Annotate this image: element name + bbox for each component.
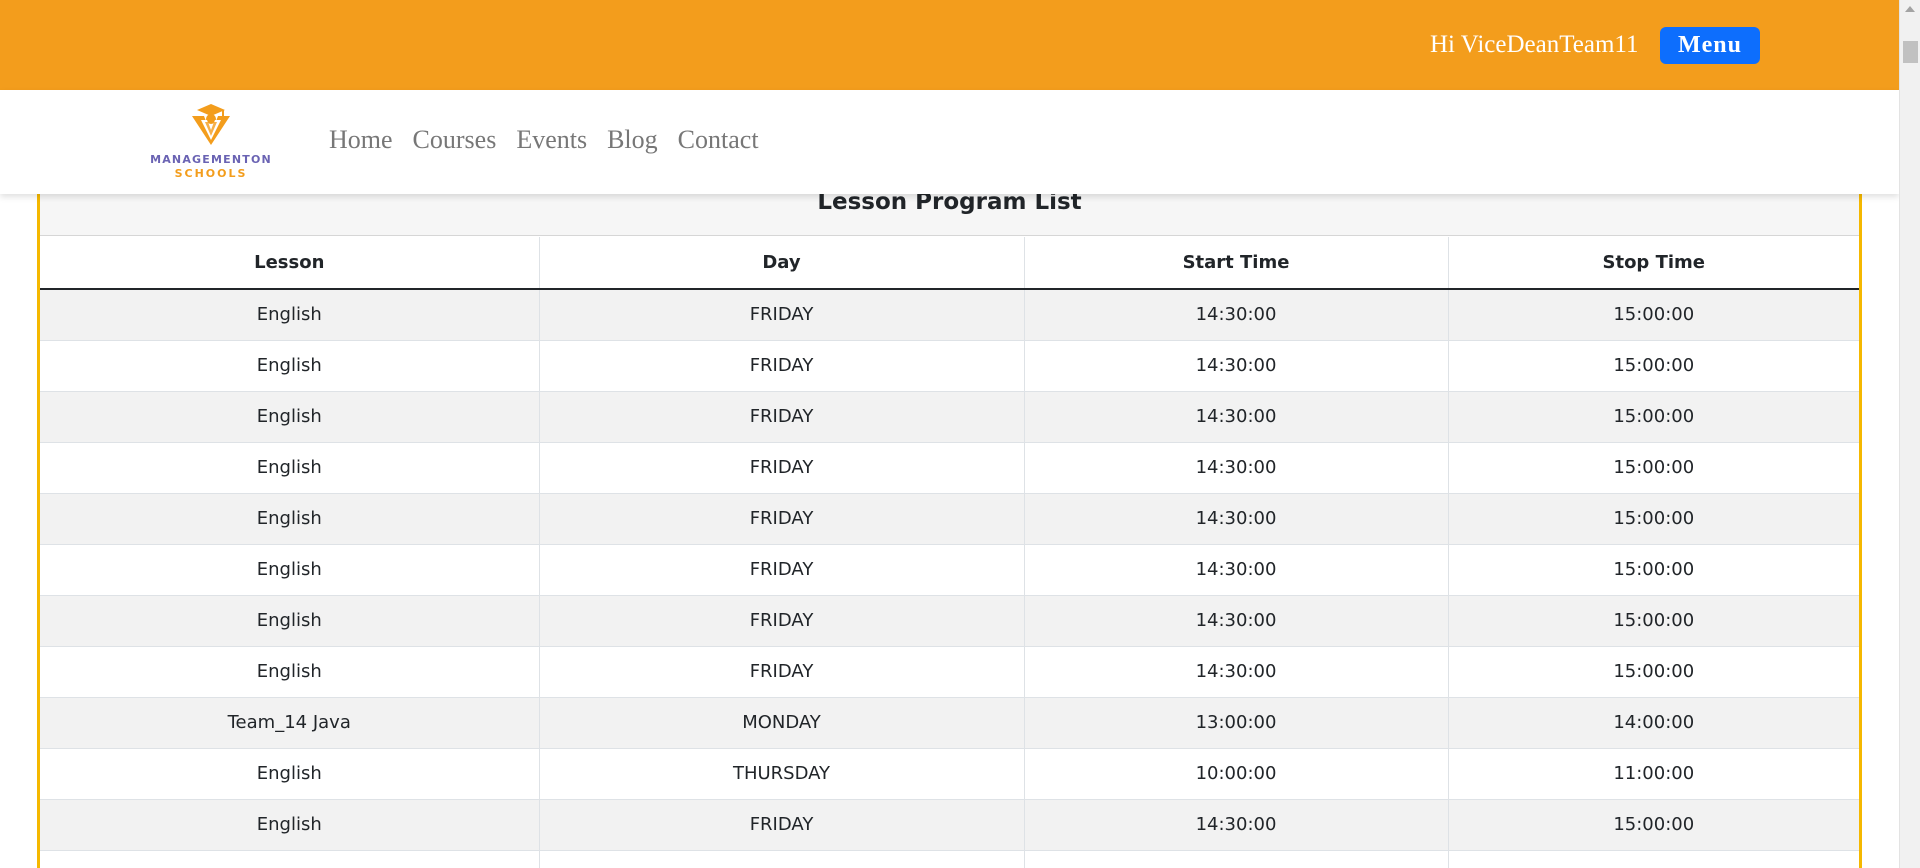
nav-links: Home Courses Events Blog Contact xyxy=(329,124,759,156)
start-time-cell: 14:30:00 xyxy=(1024,391,1449,443)
table-row: English FRIDAY 14:30:00 15:00:00 xyxy=(40,544,1859,596)
lesson-cell xyxy=(40,850,540,868)
table-row: English FRIDAY 14:30:00 15:00:00 xyxy=(40,289,1859,341)
stop-time-cell: 14:00:00 xyxy=(1448,697,1859,749)
start-time-cell xyxy=(1024,850,1449,868)
day-cell: FRIDAY xyxy=(539,493,1025,545)
start-time-cell: 14:30:00 xyxy=(1024,799,1449,851)
vertical-scrollbar[interactable] xyxy=(1899,0,1920,868)
lesson-cell: English xyxy=(40,595,540,647)
user-greeting: Hi ViceDeanTeam11 xyxy=(1430,31,1639,58)
start-time-cell: 10:00:00 xyxy=(1024,748,1449,800)
main-navbar: MANAGEMENTON SCHOOLS Home Courses Events… xyxy=(0,90,1899,194)
site-logo[interactable]: MANAGEMENTON SCHOOLS xyxy=(146,102,276,182)
stop-time-cell: 15:00:00 xyxy=(1448,799,1859,851)
stop-time-cell: 11:00:00 xyxy=(1448,748,1859,800)
table-row: English FRIDAY 14:30:00 15:00:00 xyxy=(40,493,1859,545)
start-time-cell: 14:30:00 xyxy=(1024,595,1449,647)
table-body: English FRIDAY 14:30:00 15:00:00 English FRID… xyxy=(40,289,1859,868)
table-row: Team_14 Java MONDAY 13:00:00 14:00:00 xyxy=(40,697,1859,749)
graduate-emblem-icon xyxy=(192,104,230,145)
table-row xyxy=(40,850,1859,868)
logo-text-primary: MANAGEMENTON xyxy=(150,153,272,166)
stop-time-cell: 15:00:00 xyxy=(1448,493,1859,545)
menu-button[interactable]: Menu xyxy=(1660,27,1760,64)
day-cell: FRIDAY xyxy=(539,289,1025,341)
table-row: English FRIDAY 14:30:00 15:00:00 xyxy=(40,442,1859,494)
stop-time-cell: 15:00:00 xyxy=(1448,595,1859,647)
start-time-cell: 14:30:00 xyxy=(1024,544,1449,596)
table-row: English THURSDAY 10:00:00 11:00:00 xyxy=(40,748,1859,800)
top-bar: Hi ViceDeanTeam11 Menu xyxy=(0,0,1899,90)
lesson-cell: English xyxy=(40,799,540,851)
day-cell: FRIDAY xyxy=(539,544,1025,596)
lesson-cell: English xyxy=(40,544,540,596)
nav-home[interactable]: Home xyxy=(329,124,393,156)
lesson-program-card: Lesson Program List Lesson Day Start Tim… xyxy=(37,150,1862,868)
day-cell: FRIDAY xyxy=(539,799,1025,851)
table-row: English FRIDAY 14:30:00 15:00:00 xyxy=(40,646,1859,698)
lesson-cell: English xyxy=(40,289,540,341)
day-cell: FRIDAY xyxy=(539,442,1025,494)
start-time-cell: 14:30:00 xyxy=(1024,493,1449,545)
nav-contact[interactable]: Contact xyxy=(678,124,759,156)
nav-blog[interactable]: Blog xyxy=(607,124,658,156)
lesson-cell: English xyxy=(40,340,540,392)
logo-text-secondary: SCHOOLS xyxy=(174,167,248,180)
day-cell xyxy=(539,850,1025,868)
lesson-cell: English xyxy=(40,493,540,545)
stop-time-cell xyxy=(1448,850,1859,868)
table-row: English FRIDAY 14:30:00 15:00:00 xyxy=(40,799,1859,851)
stop-time-cell: 15:00:00 xyxy=(1448,442,1859,494)
column-header-start-time[interactable]: Start Time xyxy=(1024,237,1449,290)
stop-time-cell: 15:00:00 xyxy=(1448,391,1859,443)
start-time-cell: 13:00:00 xyxy=(1024,697,1449,749)
lesson-cell: Team_14 Java xyxy=(40,697,540,749)
lesson-program-table: Lesson Day Start Time Stop Time English F… xyxy=(40,237,1859,868)
lesson-cell: English xyxy=(40,748,540,800)
nav-courses[interactable]: Courses xyxy=(413,124,497,156)
day-cell: FRIDAY xyxy=(539,340,1025,392)
nav-events[interactable]: Events xyxy=(516,124,587,156)
start-time-cell: 14:30:00 xyxy=(1024,646,1449,698)
table-row: English FRIDAY 14:30:00 15:00:00 xyxy=(40,595,1859,647)
scroll-up-arrow-icon[interactable] xyxy=(1905,6,1915,12)
start-time-cell: 14:30:00 xyxy=(1024,289,1449,341)
scrollbar-thumb[interactable] xyxy=(1903,41,1918,63)
table-header-row: Lesson Day Start Time Stop Time xyxy=(40,237,1859,290)
day-cell: FRIDAY xyxy=(539,646,1025,698)
stop-time-cell: 15:00:00 xyxy=(1448,289,1859,341)
table-row: English FRIDAY 14:30:00 15:00:00 xyxy=(40,340,1859,392)
column-header-day[interactable]: Day xyxy=(539,237,1025,290)
column-header-stop-time[interactable]: Stop Time xyxy=(1448,237,1859,290)
day-cell: THURSDAY xyxy=(539,748,1025,800)
table-row: English FRIDAY 14:30:00 15:00:00 xyxy=(40,391,1859,443)
lesson-cell: English xyxy=(40,442,540,494)
day-cell: MONDAY xyxy=(539,697,1025,749)
column-header-lesson[interactable]: Lesson xyxy=(40,237,540,290)
day-cell: FRIDAY xyxy=(539,391,1025,443)
start-time-cell: 14:30:00 xyxy=(1024,442,1449,494)
page: Hi ViceDeanTeam11 Menu MANAGEMENTON SCHO… xyxy=(0,0,1899,868)
stop-time-cell: 15:00:00 xyxy=(1448,544,1859,596)
stop-time-cell: 15:00:00 xyxy=(1448,646,1859,698)
day-cell: FRIDAY xyxy=(539,595,1025,647)
start-time-cell: 14:30:00 xyxy=(1024,340,1449,392)
stop-time-cell: 15:00:00 xyxy=(1448,340,1859,392)
lesson-cell: English xyxy=(40,391,540,443)
lesson-cell: English xyxy=(40,646,540,698)
